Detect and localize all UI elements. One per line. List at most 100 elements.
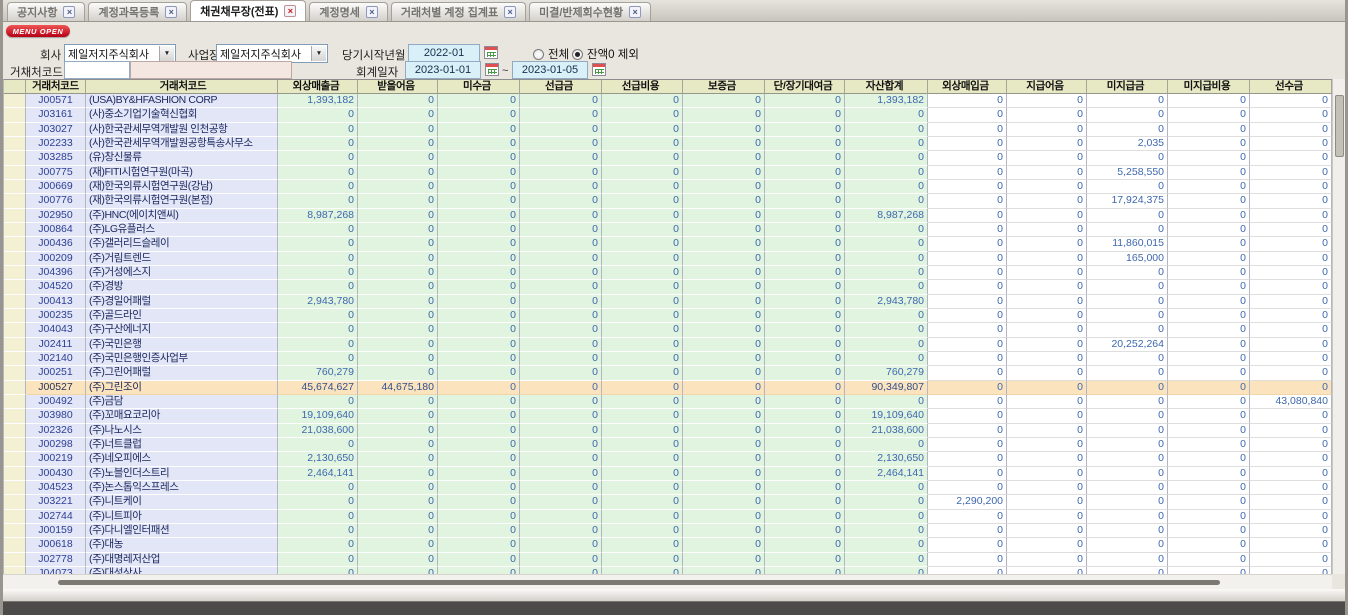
table-row[interactable]: J04523(주)논스톱익스프레스0000000000000 bbox=[4, 481, 1332, 495]
table-row[interactable]: J04520(주)경방0000000000000 bbox=[4, 280, 1332, 294]
tab-5[interactable]: 거래처별 계정 집계표× bbox=[391, 2, 526, 21]
column-header-bojeunggeum[interactable]: 보증금 bbox=[683, 80, 765, 94]
table-row[interactable]: J02744(주)니트피아0000000000000 bbox=[4, 510, 1332, 524]
radio-exclude-zero[interactable]: 잔액0 제외 bbox=[572, 46, 639, 62]
tab-close-icon[interactable]: × bbox=[165, 6, 177, 18]
table-row[interactable]: J03027(사)한국관세무역개발원 인천공항0000000000000 bbox=[4, 123, 1332, 137]
calendar-icon[interactable] bbox=[592, 63, 606, 76]
cell-amount: 0 bbox=[1250, 352, 1332, 366]
cell-amount: 0 bbox=[1168, 553, 1250, 567]
cell-amount: 0 bbox=[602, 510, 683, 524]
cell-code: J03221 bbox=[26, 495, 86, 509]
calendar-icon[interactable] bbox=[484, 46, 498, 59]
customer-code-input[interactable] bbox=[64, 61, 130, 79]
table-row[interactable]: J02233(사)한국관세무역개발원공항특송사무소00000000002,035… bbox=[4, 137, 1332, 151]
tab-4[interactable]: 계정명세× bbox=[309, 2, 387, 21]
column-header-mijigeupgeum[interactable]: 미지급금 bbox=[1087, 80, 1168, 94]
date-to-input[interactable]: 2023-01-05 bbox=[512, 61, 588, 79]
chevron-down-icon[interactable]: ▼ bbox=[311, 46, 326, 61]
column-header-ap[interactable]: 외상매입금 bbox=[928, 80, 1007, 94]
radio-all[interactable]: 전체 bbox=[533, 46, 569, 62]
table-row[interactable]: J02326(주)나노시스21,038,60000000021,038,6000… bbox=[4, 424, 1332, 438]
column-header-name[interactable]: 거래처코드 bbox=[86, 80, 278, 94]
table-row[interactable]: J00298(주)너트클럽0000000000000 bbox=[4, 438, 1332, 452]
column-header-loans[interactable]: 단/장기대여금 bbox=[765, 80, 845, 94]
table-row[interactable]: J00864(주)LG유플러스0000000000000 bbox=[4, 223, 1332, 237]
period-start-input[interactable]: 2022-01 bbox=[408, 44, 480, 62]
tab-3[interactable]: 채권채무장(전표)× bbox=[190, 0, 306, 21]
table-row[interactable]: J00775(재)FITI시험연구원(마곡)00000000005,258,55… bbox=[4, 166, 1332, 180]
cell-amount: 0 bbox=[520, 180, 602, 194]
vertical-scrollbar-thumb[interactable] bbox=[1335, 95, 1344, 157]
column-header-seongeupbiyong[interactable]: 선급비용 bbox=[602, 80, 683, 94]
table-row[interactable]: J03980(주)꼬매요코리아19,109,64000000019,109,64… bbox=[4, 409, 1332, 423]
cell-amount: 2,943,780 bbox=[278, 295, 358, 309]
tab-2[interactable]: 계정과목등록× bbox=[88, 2, 187, 21]
tab-6[interactable]: 미결/반제회수현황× bbox=[529, 2, 651, 21]
horizontal-scrollbar[interactable] bbox=[3, 574, 1332, 589]
column-header-ar[interactable]: 외상매출금 bbox=[278, 80, 358, 94]
table-row[interactable]: J04073(주)대성상사0000000000000 bbox=[4, 567, 1332, 574]
table-row[interactable]: J00571(USA)BY&HFASHION CORP1,393,1820000… bbox=[4, 94, 1332, 108]
table-row[interactable]: J02411(주)국민은행000000000020,252,26400 bbox=[4, 338, 1332, 352]
table-row[interactable]: J00235(주)골드라인0000000000000 bbox=[4, 309, 1332, 323]
column-header-seongeupgeum[interactable]: 선급금 bbox=[520, 80, 602, 94]
table-row[interactable]: J00430(주)노블인더스트리2,464,1410000002,464,141… bbox=[4, 467, 1332, 481]
tab-close-icon[interactable]: × bbox=[504, 6, 516, 18]
chevron-down-icon[interactable]: ▼ bbox=[159, 46, 174, 61]
tab-close-icon[interactable]: × bbox=[284, 5, 296, 17]
table-row[interactable]: J04396(주)거성에스지0000000000000 bbox=[4, 266, 1332, 280]
table-row[interactable]: J00618(주)대농0000000000000 bbox=[4, 538, 1332, 552]
cell-amount: 0 bbox=[438, 524, 520, 538]
cell-amount: 0 bbox=[602, 137, 683, 151]
cell-indicator bbox=[4, 295, 26, 309]
cell-amount: 0 bbox=[278, 438, 358, 452]
table-row[interactable]: J03285(유)창신물류0000000000000 bbox=[4, 151, 1332, 165]
tab-1[interactable]: 공지사항× bbox=[7, 2, 85, 21]
column-header-misugeum[interactable]: 미수금 bbox=[438, 80, 520, 94]
cell-name: (주)거림트렌드 bbox=[86, 252, 278, 266]
table-row[interactable]: J00527(주)그린조이45,674,62744,675,1800000090… bbox=[4, 381, 1332, 395]
table-row[interactable]: J02950(주)HNC(에이치앤씨)8,987,2680000008,987,… bbox=[4, 209, 1332, 223]
cell-amount: 0 bbox=[520, 553, 602, 567]
horizontal-scrollbar-thumb[interactable] bbox=[58, 580, 1220, 585]
table-row[interactable]: J02140(주)국민은행인증사업부0000000000000 bbox=[4, 352, 1332, 366]
column-header-notes-payable[interactable]: 지급어음 bbox=[1007, 80, 1087, 94]
cell-amount: 0 bbox=[765, 352, 845, 366]
column-header-seonsugeum[interactable]: 선수금 bbox=[1250, 80, 1332, 94]
date-from-input[interactable]: 2023-01-01 bbox=[405, 61, 481, 79]
menu-open-button[interactable]: MENU OPEN bbox=[6, 25, 70, 37]
table-row[interactable]: J00413(주)경일어패럴2,943,7800000002,943,78000… bbox=[4, 295, 1332, 309]
column-header-notes-receivable[interactable]: 받을어음 bbox=[358, 80, 438, 94]
calendar-icon[interactable] bbox=[485, 63, 499, 76]
column-header-code[interactable]: 거래처코드 bbox=[26, 80, 86, 94]
cell-amount: 0 bbox=[438, 209, 520, 223]
column-header-mijigeupbiyong[interactable]: 미지급비용 bbox=[1168, 80, 1250, 94]
cell-code: J00571 bbox=[26, 94, 86, 108]
table-row[interactable]: J00669(재)한국의류시험연구원(강남)0000000000000 bbox=[4, 180, 1332, 194]
cell-amount: 0 bbox=[683, 338, 765, 352]
table-row[interactable]: J04043(주)구산에너지0000000000000 bbox=[4, 323, 1332, 337]
table-row[interactable]: J00159(주)다니엘인터패션0000000000000 bbox=[4, 524, 1332, 538]
radio-all-label: 전체 bbox=[548, 46, 569, 62]
vertical-scrollbar[interactable] bbox=[1332, 79, 1345, 574]
tab-close-icon[interactable]: × bbox=[366, 6, 378, 18]
table-row[interactable]: J03161(사)중소기업기술혁신협회0000000000000 bbox=[4, 108, 1332, 122]
cell-amount: 0 bbox=[438, 123, 520, 137]
table-row[interactable]: J00209(주)거림트렌드0000000000165,00000 bbox=[4, 252, 1332, 266]
column-header-indicator[interactable] bbox=[4, 80, 26, 94]
table-row[interactable]: J03221(주)니트케이000000002,290,2000000 bbox=[4, 495, 1332, 509]
column-header-asset-total[interactable]: 자산합계 bbox=[845, 80, 928, 94]
table-row[interactable]: J00492(주)금담00000000000043,080,840 bbox=[4, 395, 1332, 409]
cell-amount: 0 bbox=[1250, 366, 1332, 380]
table-row[interactable]: J00251(주)그린어패럴760,279000000760,27900000 bbox=[4, 366, 1332, 380]
table-row[interactable]: J02778(주)대명레저산업0000000000000 bbox=[4, 553, 1332, 567]
table-row[interactable]: J00776(재)한국의류시험연구원(본점)000000000017,924,3… bbox=[4, 194, 1332, 208]
cell-amount: 1,393,182 bbox=[845, 94, 928, 108]
table-row[interactable]: J00219(주)네오피에스2,130,6500000002,130,65000… bbox=[4, 452, 1332, 466]
tab-close-icon[interactable]: × bbox=[63, 6, 75, 18]
tab-close-icon[interactable]: × bbox=[629, 6, 641, 18]
cell-name: (주)경방 bbox=[86, 280, 278, 294]
table-row[interactable]: J00436(주)갤러리드슬레이000000000011,860,01500 bbox=[4, 237, 1332, 251]
cell-amount: 0 bbox=[520, 366, 602, 380]
